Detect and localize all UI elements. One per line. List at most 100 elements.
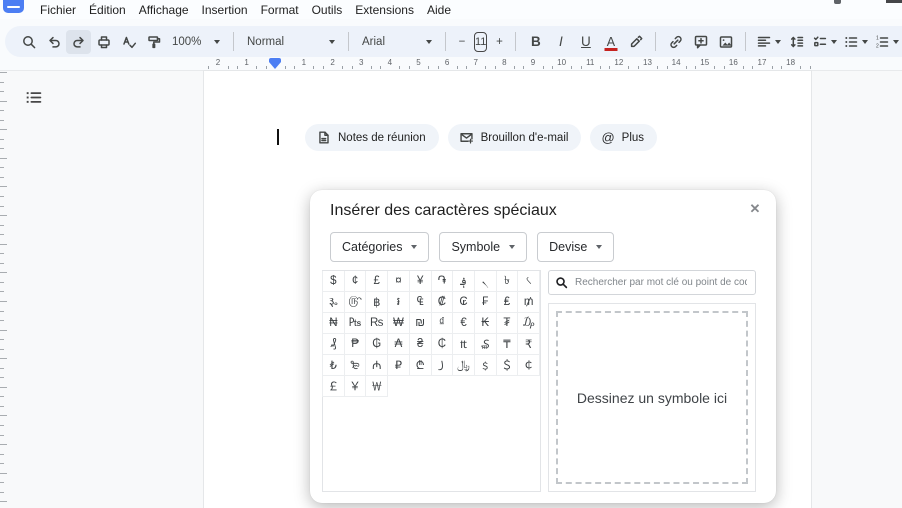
add-comment-button[interactable] — [688, 30, 713, 54]
draw-symbol-canvas[interactable]: Dessinez un symbole ici — [556, 311, 748, 484]
search-menus-button[interactable] — [16, 30, 41, 54]
menu-edition[interactable]: Édition — [89, 3, 126, 17]
paragraph-style-select[interactable]: Normal — [241, 30, 341, 54]
menu-affichage[interactable]: Affichage — [139, 3, 189, 17]
menu-format[interactable]: Format — [261, 3, 299, 17]
redo-button[interactable] — [66, 29, 91, 54]
symbol-cell[interactable]: ₱ — [344, 334, 367, 355]
align-select[interactable] — [753, 30, 784, 54]
comment-history-icon[interactable] — [886, 0, 902, 3]
symbol-cell[interactable]: ₾ — [409, 355, 432, 376]
symbol-cell[interactable]: ₭ — [474, 313, 497, 334]
italic-button[interactable]: I — [548, 30, 573, 54]
line-spacing-button[interactable] — [784, 30, 809, 54]
symbol-cell[interactable]: ₥ — [518, 292, 540, 313]
symbol-cell[interactable]: ＄ — [496, 355, 519, 376]
symbol-cell[interactable]: ₴ — [409, 334, 432, 355]
symbol-cell[interactable]: $ — [322, 271, 345, 292]
symbol-cell[interactable]: ￡ — [322, 376, 345, 397]
chip-more[interactable]: @ Plus — [590, 124, 658, 151]
menu-outils[interactable]: Outils — [312, 3, 343, 17]
spellcheck-button[interactable] — [116, 30, 141, 54]
symbol-cell[interactable]: ₸ — [496, 334, 519, 355]
menu-insertion[interactable]: Insertion — [202, 3, 248, 17]
insert-image-button[interactable] — [713, 30, 738, 54]
paint-format-button[interactable] — [141, 30, 166, 54]
symbol-cell[interactable]: ￥ — [344, 376, 367, 397]
symbol-cell[interactable]: ؋ — [453, 271, 475, 292]
currency-dropdown[interactable]: Devise — [537, 232, 615, 262]
symbol-cell[interactable]: ￦ — [366, 376, 389, 397]
close-button[interactable]: ✕ — [745, 199, 765, 219]
text-color-button[interactable]: A — [598, 30, 623, 54]
symbol-cell[interactable]: ₢ — [453, 292, 475, 313]
print-button[interactable] — [91, 30, 116, 54]
symbol-cell[interactable]: ₲ — [366, 334, 389, 355]
symbol-cell[interactable]: ₹ — [518, 334, 540, 355]
symbol-cell[interactable]: ₠ — [409, 292, 432, 313]
symbol-cell[interactable]: ૱ — [322, 292, 345, 313]
chip-email-draft[interactable]: Brouillon d'e-mail — [447, 124, 582, 151]
zoom-select[interactable]: 100% — [166, 30, 226, 54]
symbol-cell[interactable]: ₫ — [431, 313, 454, 334]
menu-fichier[interactable]: Fichier — [40, 3, 76, 17]
symbol-cell[interactable]: ₺ — [322, 355, 345, 376]
chip-meeting-notes[interactable]: Notes de réunion — [305, 124, 439, 151]
symbol-cell[interactable]: ₣ — [474, 292, 497, 313]
increase-font-size-button[interactable]: + — [490, 30, 508, 54]
symbol-cell[interactable]: ﹩ — [474, 355, 497, 376]
symbol-cell[interactable]: ₻ — [344, 355, 367, 376]
symbol-cell[interactable]: ￠ — [518, 355, 540, 376]
symbol-cell[interactable]: ₰ — [322, 334, 345, 355]
insert-link-button[interactable] — [663, 30, 688, 54]
underline-button[interactable]: U — [573, 30, 598, 54]
symbol-dropdown[interactable]: Symbole — [439, 232, 528, 262]
symbol-cell[interactable]: ৲ — [474, 271, 497, 292]
menu-aide[interactable]: Aide — [427, 3, 451, 17]
symbol-cell[interactable]: ꠸ — [431, 355, 454, 376]
symbol-cell[interactable]: ৻ — [518, 271, 540, 292]
symbol-cell[interactable]: ₪ — [409, 313, 432, 334]
decrease-font-size-button[interactable]: − — [453, 30, 471, 54]
symbol-cell[interactable]: ₷ — [474, 334, 497, 355]
symbol-cell[interactable]: ¢ — [344, 271, 367, 292]
symbol-cell[interactable]: ₳ — [388, 334, 410, 355]
bulleted-list-select[interactable] — [840, 30, 871, 54]
highlight-color-button[interactable] — [623, 30, 648, 54]
bold-button[interactable]: B — [523, 30, 548, 54]
checklist-select[interactable] — [809, 30, 840, 54]
undo-button[interactable] — [41, 30, 66, 54]
symbol-cell[interactable]: ₼ — [366, 355, 389, 376]
symbol-cell[interactable]: ₽ — [388, 355, 410, 376]
symbol-cell[interactable]: ௹ — [344, 292, 367, 313]
symbol-cell[interactable]: ₤ — [496, 292, 519, 313]
menu-extensions[interactable]: Extensions — [355, 3, 414, 17]
symbol-cell[interactable]: ¥ — [409, 271, 432, 292]
symbol-cell[interactable]: ৳ — [496, 271, 519, 292]
clock-icon[interactable] — [834, 0, 841, 4]
categories-dropdown[interactable]: Catégories — [330, 232, 430, 262]
numbered-list-select[interactable]: 12 — [871, 30, 902, 54]
symbol-cell[interactable]: ₡ — [431, 292, 454, 313]
symbol-cell[interactable]: ₵ — [431, 334, 454, 355]
symbol-cell[interactable]: ¤ — [388, 271, 410, 292]
symbol-cell[interactable]: ៛ — [388, 292, 410, 313]
show-outline-button[interactable] — [22, 86, 44, 108]
indent-marker[interactable] — [269, 58, 281, 69]
font-size-input[interactable]: 11 — [474, 31, 488, 52]
symbol-cell[interactable]: ₨ — [366, 313, 389, 334]
symbol-search-input[interactable] — [573, 276, 749, 289]
symbol-cell[interactable]: ₶ — [453, 334, 475, 355]
symbol-cell[interactable]: ₦ — [322, 313, 345, 334]
symbol-cell[interactable]: ₮ — [496, 313, 519, 334]
symbol-cell[interactable]: ₯ — [518, 313, 540, 334]
symbol-cell[interactable]: € — [453, 313, 475, 334]
symbol-cell[interactable]: £ — [366, 271, 389, 292]
font-family-select[interactable]: Arial — [356, 30, 438, 54]
symbol-cell[interactable]: ﷼ — [453, 355, 475, 376]
symbol-cell[interactable]: ₩ — [388, 313, 410, 334]
symbol-cell[interactable]: ֏ — [431, 271, 454, 292]
symbol-cell[interactable]: ฿ — [366, 292, 389, 313]
symbol-cell[interactable]: ₧ — [344, 313, 367, 334]
docs-logo-icon[interactable] — [3, 0, 24, 13]
